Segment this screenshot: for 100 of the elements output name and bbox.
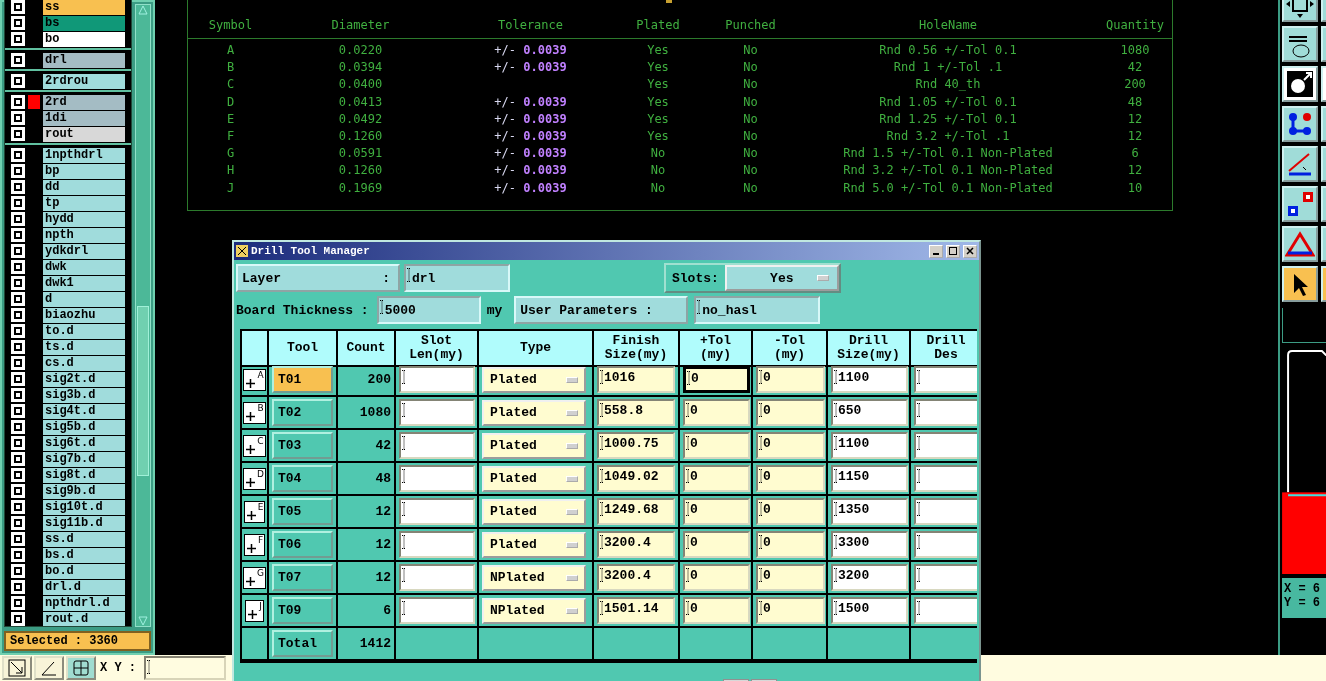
layer-name[interactable]: dd xyxy=(43,179,125,195)
type-dropdown[interactable]: Plated xyxy=(482,465,586,492)
expand-button[interactable]: B xyxy=(243,401,266,424)
layer-toggle[interactable] xyxy=(11,260,25,274)
layer-name[interactable]: sig10t.d xyxy=(43,499,125,515)
layer-name[interactable]: bo xyxy=(43,31,125,47)
layer-name[interactable]: sig4t.d xyxy=(43,403,125,419)
layer-toggle[interactable] xyxy=(11,484,25,498)
drill-description-field[interactable] xyxy=(914,432,977,459)
layer-name[interactable]: npth xyxy=(43,227,125,243)
tool-button[interactable] xyxy=(1282,186,1318,222)
layer-toggle[interactable] xyxy=(11,564,25,578)
layer-name[interactable]: d xyxy=(43,291,125,307)
layer-toggle[interactable] xyxy=(11,612,25,626)
layer-name[interactable]: cs.d xyxy=(43,355,125,371)
layer-toggle[interactable] xyxy=(11,276,25,290)
tool-button[interactable]: T03 xyxy=(272,432,333,459)
finish-size-field[interactable]: 1249.68 xyxy=(597,498,675,525)
plus-tolerance-field[interactable]: 0 xyxy=(683,597,750,624)
layer-toggle[interactable] xyxy=(11,340,25,354)
drill-description-field[interactable] xyxy=(914,531,977,558)
layer-toggle[interactable] xyxy=(11,32,25,46)
minus-tolerance-field[interactable]: 0 xyxy=(756,531,825,558)
layer-name[interactable]: sig5b.d xyxy=(43,419,125,435)
scrollbar[interactable] xyxy=(135,4,151,627)
tool-button[interactable] xyxy=(1282,266,1318,302)
layer-toggle[interactable] xyxy=(11,180,25,194)
tool-button[interactable]: T05 xyxy=(272,498,333,525)
plus-tolerance-field[interactable]: 0 xyxy=(683,399,750,426)
layer-name[interactable]: 2rd xyxy=(43,94,125,110)
xy-field[interactable] xyxy=(144,656,226,680)
tool-button[interactable]: T02 xyxy=(272,399,333,426)
expand-button[interactable]: A xyxy=(243,368,266,391)
layer-name[interactable]: drl xyxy=(43,52,125,68)
layer-toggle[interactable] xyxy=(11,324,25,338)
slot-length-field[interactable] xyxy=(399,366,475,393)
finish-size-field[interactable]: 1000.75 xyxy=(597,432,675,459)
drill-description-field[interactable] xyxy=(914,465,977,492)
user-parameters-button[interactable]: User Parameters : xyxy=(514,296,689,324)
layer-name[interactable]: tp xyxy=(43,195,125,211)
minus-tolerance-field[interactable]: 0 xyxy=(756,597,825,624)
layer-name[interactable]: hydd xyxy=(43,211,125,227)
layer-toggle[interactable] xyxy=(11,16,25,30)
layer-toggle[interactable] xyxy=(11,580,25,594)
layer-toggle[interactable] xyxy=(11,516,25,530)
layer-name[interactable]: drl.d xyxy=(43,579,125,595)
layer-toggle[interactable] xyxy=(11,74,25,88)
layer-name[interactable]: bs.d xyxy=(43,547,125,563)
layer-name[interactable]: sig8t.d xyxy=(43,467,125,483)
slot-length-field[interactable] xyxy=(399,498,475,525)
slot-length-field[interactable] xyxy=(399,597,475,624)
drill-size-field[interactable]: 1350 xyxy=(831,498,908,525)
layer-toggle[interactable] xyxy=(11,596,25,610)
layer-toggle[interactable] xyxy=(11,196,25,210)
layer-name[interactable]: bp xyxy=(43,163,125,179)
layer-name[interactable]: ts.d xyxy=(43,339,125,355)
expand-button[interactable]: C xyxy=(243,434,266,457)
drill-size-field[interactable]: 650 xyxy=(831,399,908,426)
layer-toggle[interactable] xyxy=(11,372,25,386)
layer-name[interactable]: sig7b.d xyxy=(43,451,125,467)
layer-name[interactable]: dwk xyxy=(43,259,125,275)
slot-length-field[interactable] xyxy=(399,399,475,426)
slots-dropdown[interactable]: Yes xyxy=(724,265,839,291)
layer-name[interactable]: npthdrl.d xyxy=(43,595,125,611)
finish-size-field[interactable]: 1501.14 xyxy=(597,597,675,624)
layer-toggle[interactable] xyxy=(11,164,25,178)
slot-length-field[interactable] xyxy=(399,465,475,492)
expand-button[interactable]: J xyxy=(245,599,264,622)
layer-name[interactable]: dwk1 xyxy=(43,275,125,291)
slot-length-field[interactable] xyxy=(399,432,475,459)
tool-button[interactable]: T06 xyxy=(272,531,333,558)
slot-length-field[interactable] xyxy=(399,564,475,591)
expand-button[interactable]: E xyxy=(243,500,266,523)
expand-button[interactable]: G xyxy=(243,566,266,589)
finish-size-field[interactable]: 1049.02 xyxy=(597,465,675,492)
drill-size-field[interactable]: 3300 xyxy=(831,531,908,558)
layer-toggle[interactable] xyxy=(11,148,25,162)
minus-tolerance-field[interactable]: 0 xyxy=(756,366,825,393)
layer-name[interactable]: 1di xyxy=(43,110,125,126)
drill-size-field[interactable]: 1100 xyxy=(831,366,908,393)
minus-tolerance-field[interactable]: 0 xyxy=(756,432,825,459)
layer-name[interactable]: ss xyxy=(43,0,125,15)
layer-toggle[interactable] xyxy=(11,532,25,546)
slot-length-field[interactable] xyxy=(399,531,475,558)
finish-size-field[interactable]: 3200.4 xyxy=(597,531,675,558)
tool-button[interactable]: T04 xyxy=(272,465,333,492)
drill-description-field[interactable] xyxy=(914,399,977,426)
drill-size-field[interactable]: 1150 xyxy=(831,465,908,492)
type-dropdown[interactable]: Plated xyxy=(482,531,586,558)
drill-description-field[interactable] xyxy=(914,564,977,591)
layer-toggle[interactable] xyxy=(11,468,25,482)
layer-name[interactable]: sig2t.d xyxy=(43,371,125,387)
layer-toggle[interactable] xyxy=(11,228,25,242)
tool-button[interactable] xyxy=(1282,146,1318,182)
zoom-button[interactable] xyxy=(2,656,32,680)
type-dropdown[interactable]: Plated xyxy=(482,498,586,525)
minus-tolerance-field[interactable]: 0 xyxy=(756,564,825,591)
type-dropdown[interactable]: Plated xyxy=(482,366,586,393)
user-parameters-field[interactable]: no_hasl xyxy=(694,296,821,324)
layer-name[interactable]: sig6t.d xyxy=(43,435,125,451)
